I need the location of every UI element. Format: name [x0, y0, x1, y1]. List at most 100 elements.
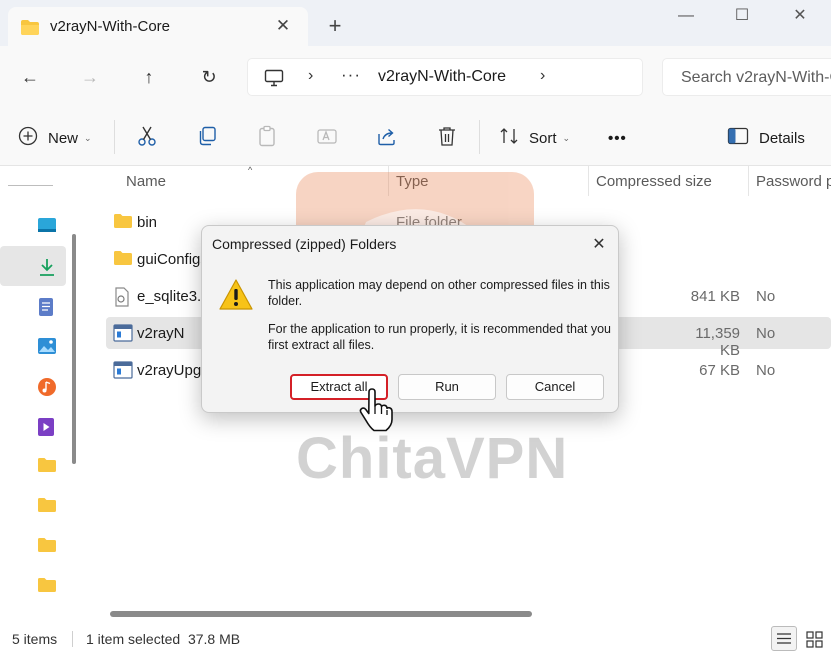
run-button[interactable]: Run: [398, 374, 496, 400]
chevron-down-icon: ⌄: [84, 132, 92, 143]
column-divider[interactable]: [588, 166, 589, 196]
watermark-text: ChitaVPN: [296, 426, 569, 491]
folder-icon: [20, 19, 40, 39]
compressed-folders-dialog: Compressed (zipped) Folders ✕ This appli…: [201, 225, 619, 413]
cut-button[interactable]: [136, 125, 158, 151]
breadcrumb-current[interactable]: v2rayN-With-Core: [378, 68, 506, 86]
dialog-title: Compressed (zipped) Folders: [212, 236, 397, 252]
trash-icon: [436, 125, 458, 151]
sidebar-item-documents[interactable]: [0, 286, 66, 326]
sort-label: Sort: [529, 129, 557, 147]
title-bar: v2rayN-With-Core ✕ + — ☐ ✕: [0, 0, 831, 46]
dll-file-icon: [113, 287, 131, 310]
command-bar: New ⌄ Sort ⌄ ••• Details: [0, 108, 831, 166]
file-password: No: [756, 325, 776, 342]
sort-button[interactable]: Sort ⌄: [499, 125, 570, 151]
video-icon: [37, 417, 55, 440]
download-icon: [37, 257, 57, 280]
folder-icon: [37, 537, 57, 556]
paste-button[interactable]: [256, 125, 278, 151]
this-pc-icon: [264, 69, 284, 90]
column-header-password[interactable]: Password p: [756, 173, 831, 190]
folder-icon: [37, 577, 57, 596]
refresh-button[interactable]: ↻: [196, 64, 222, 90]
folder-icon: [113, 213, 133, 232]
delete-button[interactable]: [436, 125, 458, 151]
music-icon: [37, 377, 57, 400]
details-button[interactable]: Details: [727, 125, 805, 151]
dialog-message: This application may depend on other com…: [268, 278, 610, 308]
new-button[interactable]: New ⌄: [18, 125, 92, 151]
tiles-view-icon: [806, 631, 823, 648]
rename-button[interactable]: [316, 125, 338, 151]
forward-button[interactable]: →: [77, 64, 103, 90]
folder-icon: [37, 457, 57, 476]
details-view-button[interactable]: [771, 626, 797, 651]
new-tab-button[interactable]: +: [323, 14, 347, 38]
folder-icon: [113, 250, 133, 269]
sidebar-item-folder[interactable]: [0, 486, 66, 526]
chevron-down-icon: ⌄: [562, 132, 571, 143]
minimize-button[interactable]: —: [671, 3, 701, 29]
details-label: Details: [759, 129, 805, 147]
selection-info: 1 item selected 37.8 MB: [86, 631, 241, 647]
list-view-icon: [777, 633, 791, 644]
sidebar-item-pictures[interactable]: [0, 326, 66, 366]
cancel-button[interactable]: Cancel: [506, 374, 604, 400]
toolbar-divider: [114, 120, 115, 154]
file-name: bin: [137, 214, 158, 231]
file-name: guiConfigs: [137, 251, 208, 268]
close-window-button[interactable]: ✕: [785, 3, 815, 29]
search-placeholder: Search v2rayN-With-Core: [681, 69, 831, 86]
document-icon: [37, 297, 55, 320]
file-password: No: [756, 362, 776, 379]
sidebar-item-folder[interactable]: [0, 446, 66, 486]
file-name: v2rayN: [137, 325, 185, 342]
clipboard-icon: [256, 125, 278, 151]
horizontal-scrollbar[interactable]: [110, 611, 532, 617]
sidebar-item-downloads[interactable]: [0, 246, 66, 286]
sort-indicator-icon: ^: [248, 165, 253, 175]
column-header-name[interactable]: Name: [126, 173, 166, 190]
details-pane-icon: [727, 127, 749, 149]
tab-close-button[interactable]: ✕: [272, 15, 294, 37]
search-box[interactable]: Search v2rayN-With-Core: [662, 58, 831, 96]
sort-arrows-icon: [499, 126, 519, 150]
address-ellipsis-button[interactable]: ···: [341, 65, 361, 85]
status-bar: 5 items 1 item selected 37.8 MB: [0, 626, 831, 651]
dialog-close-button[interactable]: ✕: [588, 234, 610, 256]
chevron-right-icon[interactable]: ›: [308, 67, 313, 85]
more-options-button[interactable]: •••: [608, 125, 627, 151]
chevron-right-icon[interactable]: ›: [540, 67, 545, 85]
status-divider: [72, 631, 73, 647]
tab-title: v2rayN-With-Core: [50, 18, 171, 35]
tiles-view-button[interactable]: [801, 626, 827, 651]
sidebar-item-desktop[interactable]: [0, 206, 66, 246]
navigation-pane: [0, 166, 84, 626]
sidebar-scrollbar[interactable]: [72, 234, 76, 464]
up-button[interactable]: ↑: [136, 64, 162, 90]
back-button[interactable]: ←: [17, 64, 43, 90]
sidebar-item-folder[interactable]: [0, 566, 66, 606]
rename-icon: [316, 125, 338, 151]
column-divider[interactable]: [748, 166, 749, 196]
sidebar-item-folder[interactable]: [0, 526, 66, 566]
app-icon: [113, 361, 133, 382]
desktop-icon: [37, 217, 57, 238]
maximize-button[interactable]: ☐: [727, 3, 757, 29]
tab-active[interactable]: v2rayN-With-Core ✕: [8, 7, 308, 46]
warning-icon: [218, 278, 254, 315]
navigation-bar: ← → ↑ ↻ › ··· v2rayN-With-Core › Search …: [0, 46, 831, 108]
copy-icon: [196, 125, 218, 151]
address-bar[interactable]: › ··· v2rayN-With-Core ›: [247, 58, 643, 96]
copy-button[interactable]: [196, 125, 218, 151]
new-label: New: [48, 129, 79, 147]
column-header-compressed-size[interactable]: Compressed size: [596, 173, 712, 190]
file-size: 67 KB: [699, 362, 740, 379]
sidebar-item-videos[interactable]: [0, 406, 66, 446]
share-button[interactable]: [376, 125, 398, 151]
folder-icon: [37, 497, 57, 516]
sidebar-divider: [8, 185, 53, 186]
scissors-icon: [136, 125, 158, 151]
sidebar-item-music[interactable]: [0, 366, 66, 406]
